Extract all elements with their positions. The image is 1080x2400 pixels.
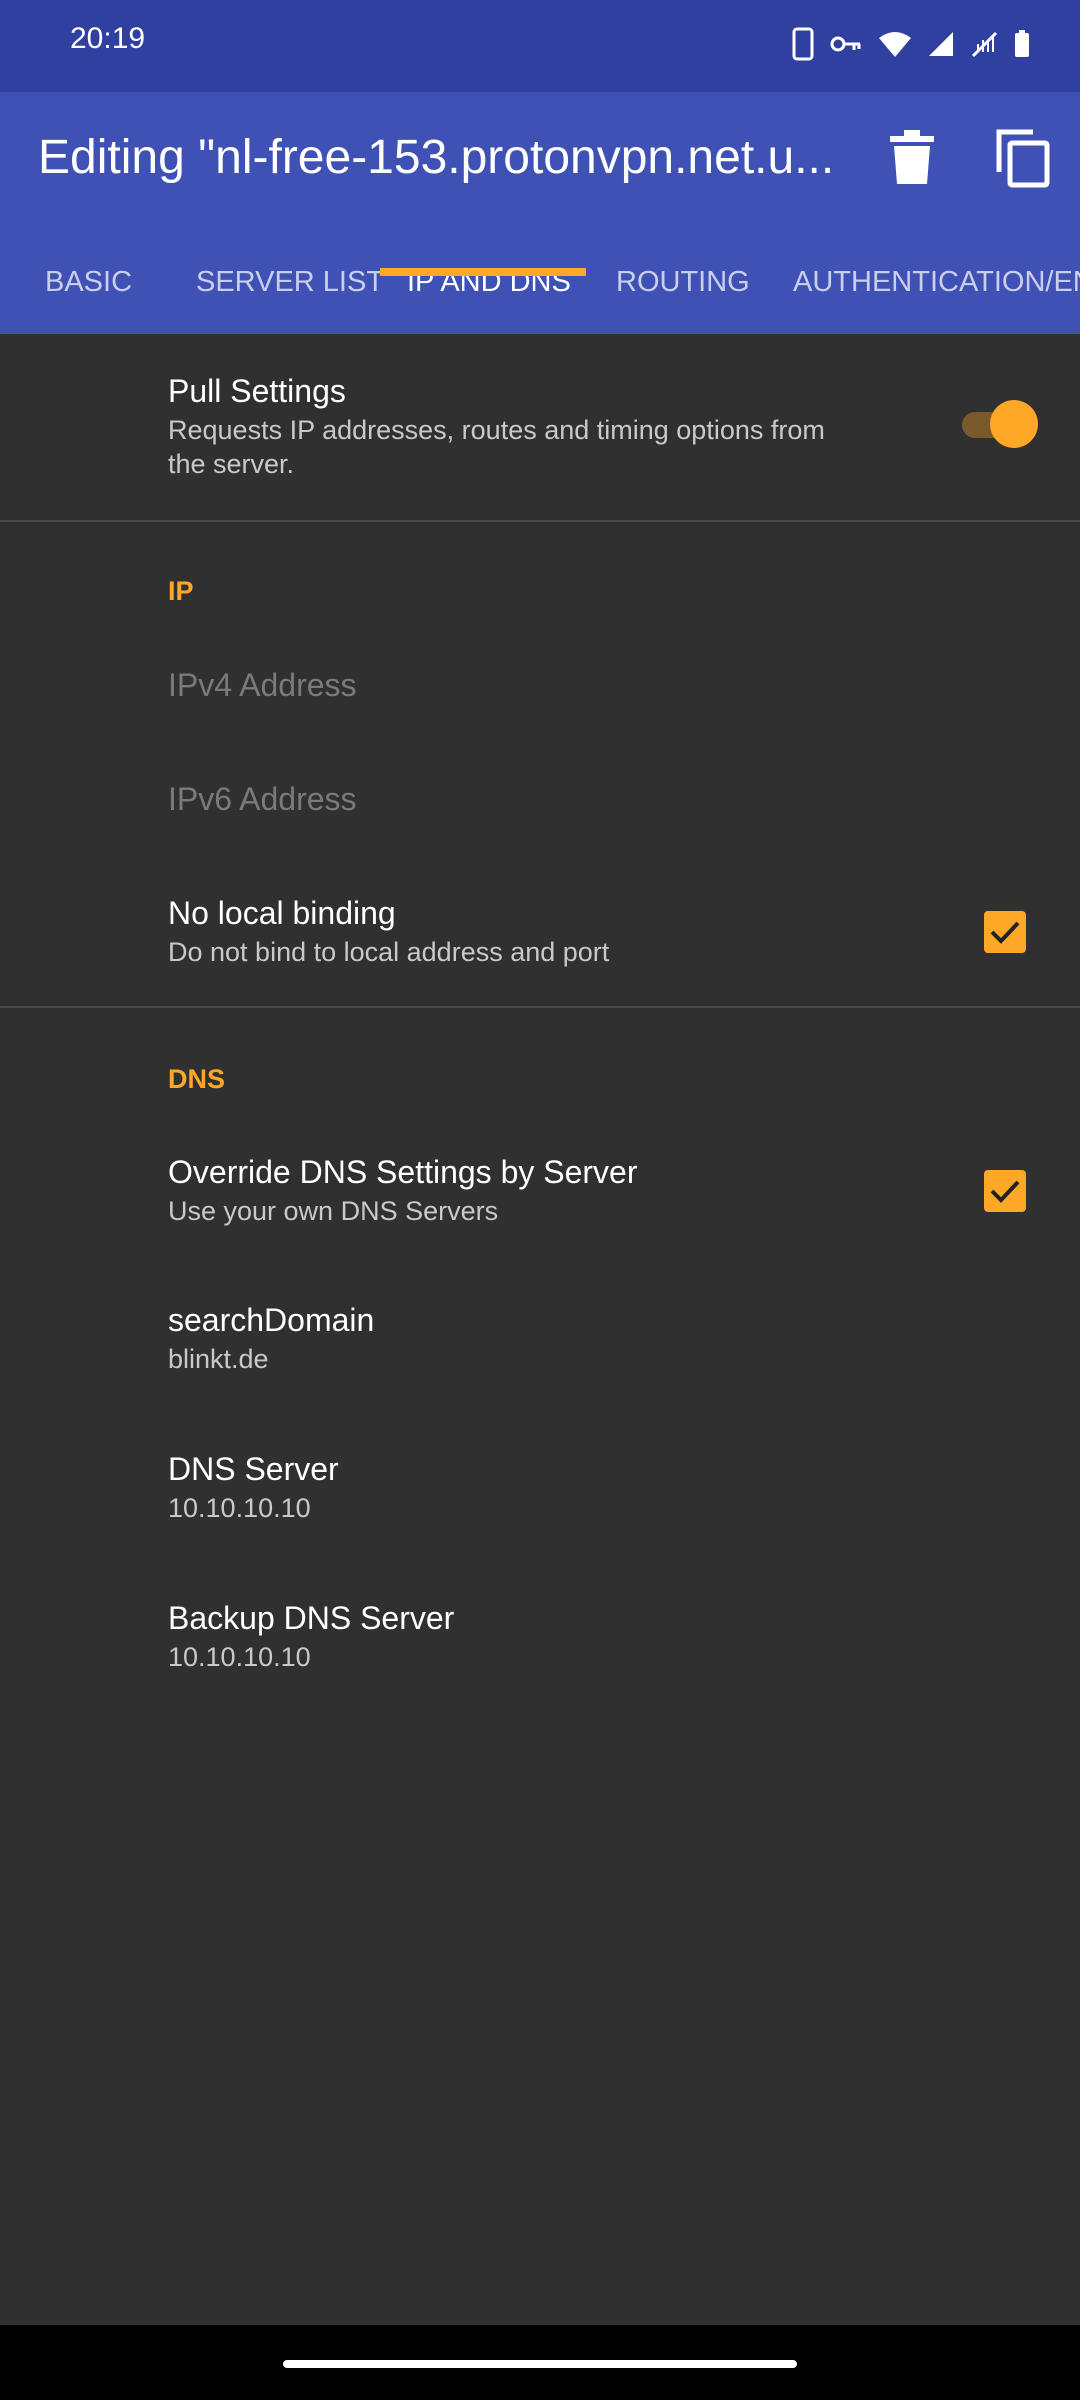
trash-icon <box>890 130 934 184</box>
ipv4-address-field[interactable]: IPv4 Address <box>168 667 357 704</box>
search-domain-value: blinkt.de <box>168 1344 269 1374</box>
override-dns-checkbox[interactable] <box>984 1170 1026 1212</box>
tab-routing[interactable]: ROUTING <box>616 242 750 334</box>
copy-button[interactable] <box>995 128 1051 188</box>
tab-authentication[interactable]: AUTHENTICATION/ENC <box>793 242 1080 334</box>
copy-icon <box>996 129 1050 188</box>
pull-settings-summary-line2: the server. <box>168 449 295 479</box>
tab-ip-and-dns[interactable]: IP AND DNS <box>407 242 571 334</box>
wifi-icon <box>879 32 911 57</box>
tab-server-list[interactable]: SERVER LIST <box>196 242 384 334</box>
home-gesture-handle[interactable] <box>283 2360 797 2368</box>
backup-dns-server-value: 10.10.10.10 <box>168 1642 311 1672</box>
pull-settings-switch[interactable] <box>958 400 1038 448</box>
check-icon <box>990 1180 1020 1203</box>
dns-server-value: 10.10.10.10 <box>168 1493 311 1523</box>
tab-indicator <box>380 268 586 276</box>
no-data-icon <box>971 31 998 58</box>
backup-dns-server-title: Backup DNS Server <box>168 1600 455 1636</box>
ip-section-header: IP <box>168 576 194 606</box>
cellular-signal-icon <box>929 32 953 56</box>
page-title: Editing "nl-free-153.protonvpn.net.u... <box>38 131 835 184</box>
tab-basic[interactable]: BASIC <box>45 242 132 334</box>
delete-button[interactable] <box>888 130 936 186</box>
search-domain-title: searchDomain <box>168 1302 375 1338</box>
dns-server-title: DNS Server <box>168 1451 339 1487</box>
status-time: 20:19 <box>70 22 146 55</box>
battery-icon <box>1015 30 1029 57</box>
check-icon <box>990 921 1020 944</box>
ipv6-address-field[interactable]: IPv6 Address <box>168 781 357 818</box>
pull-settings-summary-line1: Requests IP addresses, routes and timing… <box>168 415 825 445</box>
tab-bar: BASIC SERVER LIST IP AND DNS ROUTING AUT… <box>0 242 1080 334</box>
switch-thumb <box>990 400 1038 448</box>
navigation-bar <box>0 2325 1080 2400</box>
override-dns-summary: Use your own DNS Servers <box>168 1196 499 1226</box>
phone-icon <box>792 27 814 61</box>
no-local-binding-title: No local binding <box>168 895 396 931</box>
no-local-binding-checkbox[interactable] <box>984 911 1026 953</box>
no-local-binding-summary: Do not bind to local address and port <box>168 937 610 967</box>
dns-section-header: DNS <box>168 1064 226 1094</box>
status-icons <box>792 24 1030 64</box>
vpn-key-icon <box>830 36 861 52</box>
pull-settings-title: Pull Settings <box>168 373 346 409</box>
divider <box>0 520 1080 522</box>
override-dns-title: Override DNS Settings by Server <box>168 1154 638 1190</box>
status-bar: 20:19 <box>0 0 1080 92</box>
app-bar: Editing "nl-free-153.protonvpn.net.u... … <box>0 92 1080 334</box>
divider <box>0 1006 1080 1008</box>
